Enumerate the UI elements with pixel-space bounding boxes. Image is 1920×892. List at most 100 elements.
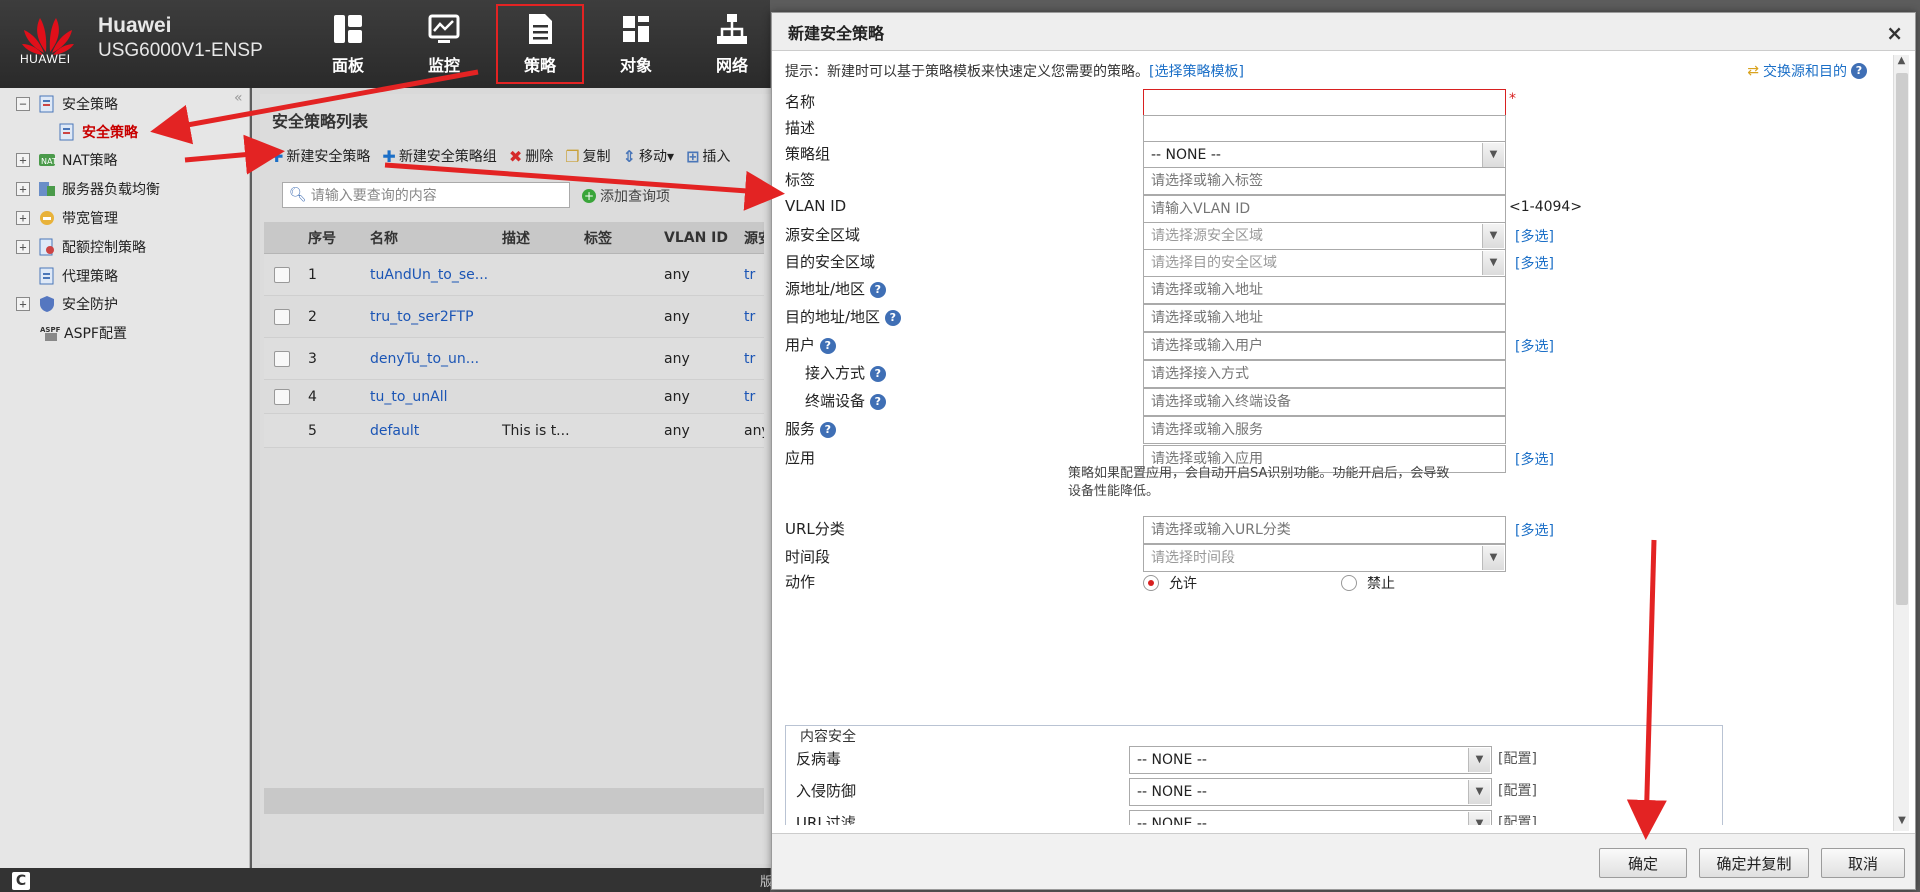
- ips-config-link[interactable]: [配置]: [1498, 780, 1537, 800]
- tag-input[interactable]: [1143, 167, 1506, 195]
- time-range-select[interactable]: 请选择时间段 ▼: [1143, 544, 1506, 572]
- nav-network[interactable]: 网络: [684, 0, 780, 88]
- collapse-sidebar-button[interactable]: «: [234, 90, 243, 106]
- sidebar-item-server-lb[interactable]: + 服务器负载均衡: [0, 176, 160, 202]
- row-name-link[interactable]: default: [362, 423, 494, 439]
- antivirus-select[interactable]: -- NONE -- ▼: [1129, 746, 1492, 774]
- chevron-down-icon[interactable]: ▼: [1482, 251, 1504, 275]
- name-input[interactable]: [1143, 89, 1506, 117]
- table-row[interactable]: 4 tu_to_unAll any tr: [264, 380, 764, 414]
- chevron-down-icon[interactable]: ▼: [1482, 143, 1504, 167]
- row-name-link[interactable]: denyTu_to_un...: [362, 351, 494, 367]
- column-header[interactable]: 源安: [740, 228, 764, 248]
- chevron-down-icon[interactable]: ▼: [1468, 748, 1490, 772]
- scroll-thumb[interactable]: [1896, 73, 1908, 605]
- url-filter-select[interactable]: -- NONE -- ▼: [1129, 810, 1492, 825]
- search-input[interactable]: 🔍︎ 请输入要查询的内容: [282, 182, 570, 208]
- vlan-input[interactable]: [1143, 195, 1506, 223]
- dst-zone-select[interactable]: 请选择目的安全区域 ▼: [1143, 249, 1506, 277]
- chevron-down-icon[interactable]: ▼: [1468, 812, 1490, 825]
- sidebar-item-bandwidth[interactable]: + 带宽管理: [0, 205, 118, 231]
- row-name-link[interactable]: tu_to_unAll: [362, 389, 494, 405]
- description-input[interactable]: [1143, 115, 1506, 143]
- delete-button[interactable]: ✖ 删除: [509, 146, 553, 166]
- new-policy-button[interactable]: ✚ 新建安全策略: [270, 146, 370, 166]
- row-checkbox[interactable]: [274, 308, 290, 325]
- nav-monitor[interactable]: 监控: [396, 0, 492, 88]
- action-allow-radio[interactable]: 允许: [1143, 573, 1197, 593]
- antivirus-config-link[interactable]: [配置]: [1498, 748, 1537, 768]
- close-icon[interactable]: ×: [1886, 21, 1903, 45]
- row-checkbox[interactable]: [274, 350, 290, 367]
- policy-group-select[interactable]: -- NONE -- ▼: [1143, 141, 1506, 169]
- terminal-input[interactable]: [1143, 388, 1506, 416]
- copy-button[interactable]: ❐ 复制: [565, 146, 610, 166]
- expand-icon[interactable]: +: [16, 153, 30, 167]
- sidebar-item-nat[interactable]: + NAT NAT策略: [0, 147, 118, 173]
- user-input[interactable]: [1143, 332, 1506, 360]
- cancel-button[interactable]: 取消: [1821, 848, 1905, 878]
- ok-and-copy-button[interactable]: 确定并复制: [1699, 848, 1809, 878]
- help-icon[interactable]: ?: [869, 393, 886, 410]
- chevron-down-icon[interactable]: ▼: [1468, 780, 1490, 804]
- sidebar-item-protection[interactable]: + 安全防护: [0, 291, 118, 317]
- dst-address-input[interactable]: [1143, 304, 1506, 332]
- column-header[interactable]: 标签: [576, 228, 656, 248]
- expand-icon[interactable]: +: [16, 211, 30, 225]
- expand-icon[interactable]: +: [16, 182, 30, 196]
- column-header[interactable]: 序号: [300, 228, 362, 248]
- help-icon[interactable]: ?: [884, 309, 901, 326]
- sidebar-item-security-policy-group[interactable]: − 安全策略: [0, 91, 118, 117]
- scroll-down-icon[interactable]: ▼: [1894, 815, 1910, 831]
- ok-button[interactable]: 确定: [1599, 848, 1687, 878]
- table-row[interactable]: 2 tru_to_ser2FTP any tr: [264, 296, 764, 338]
- dst-zone-multi-link[interactable]: [多选]: [1515, 253, 1554, 273]
- dialog-scrollbar[interactable]: ▲ ▼: [1893, 55, 1909, 831]
- src-zone-multi-link[interactable]: [多选]: [1515, 226, 1554, 246]
- chevron-down-icon[interactable]: ▼: [1482, 546, 1504, 570]
- table-row[interactable]: 5 default This is t... any any: [264, 414, 764, 448]
- src-address-input[interactable]: [1143, 276, 1506, 304]
- row-name-link[interactable]: tru_to_ser2FTP: [362, 309, 494, 325]
- help-icon[interactable]: ?: [819, 421, 836, 438]
- sidebar-item-security-policy[interactable]: 安全策略: [36, 119, 138, 145]
- help-icon[interactable]: ?: [819, 337, 836, 354]
- help-icon[interactable]: ?: [869, 365, 886, 382]
- sidebar-item-aspf[interactable]: ASPF ASPF配置: [40, 320, 127, 346]
- user-multi-link[interactable]: [多选]: [1515, 336, 1554, 356]
- nav-object[interactable]: 对象: [588, 0, 684, 88]
- service-input[interactable]: [1143, 416, 1506, 444]
- new-policy-group-button[interactable]: ✚ 新建安全策略组: [382, 146, 496, 166]
- expand-icon[interactable]: +: [16, 297, 30, 311]
- insert-button[interactable]: ⊞ 插入: [686, 146, 730, 166]
- sidebar-item-quota[interactable]: + 配额控制策略: [0, 234, 146, 260]
- url-multi-link[interactable]: [多选]: [1515, 520, 1554, 540]
- url-filter-config-link[interactable]: [配置]: [1498, 812, 1537, 825]
- nav-dashboard[interactable]: 面板: [300, 0, 396, 88]
- nav-policy[interactable]: 策略: [492, 0, 588, 88]
- row-checkbox[interactable]: [274, 388, 290, 405]
- column-header[interactable]: 名称: [362, 228, 494, 248]
- table-row[interactable]: 3 denyTu_to_un... any tr: [264, 338, 764, 380]
- action-deny-radio[interactable]: 禁止: [1341, 573, 1395, 593]
- help-icon[interactable]: ?: [869, 281, 886, 298]
- column-header[interactable]: 描述: [494, 228, 576, 248]
- app-multi-link[interactable]: [多选]: [1515, 449, 1554, 469]
- help-icon[interactable]: ?: [1851, 63, 1867, 79]
- url-category-input[interactable]: [1143, 516, 1506, 544]
- select-template-link[interactable]: [选择策略模板]: [1149, 64, 1244, 80]
- row-name-link[interactable]: tuAndUn_to_se...: [362, 267, 494, 283]
- column-header[interactable]: VLAN ID: [656, 230, 740, 246]
- sidebar-item-proxy[interactable]: 代理策略: [38, 263, 118, 289]
- swap-src-dst-link[interactable]: ⇄ 交换源和目的 ?: [1747, 61, 1867, 81]
- access-mode-input[interactable]: [1143, 360, 1506, 388]
- move-button[interactable]: ⇕ 移动▾: [623, 146, 674, 166]
- table-row[interactable]: 1 tuAndUn_to_se... any tr: [264, 254, 764, 296]
- scroll-up-icon[interactable]: ▲: [1894, 55, 1909, 71]
- add-condition-button[interactable]: + 添加查询项: [582, 186, 670, 206]
- expand-icon[interactable]: +: [16, 240, 30, 254]
- chevron-down-icon[interactable]: ▼: [1482, 224, 1504, 248]
- ips-select[interactable]: -- NONE -- ▼: [1129, 778, 1492, 806]
- row-checkbox[interactable]: [274, 266, 290, 283]
- src-zone-select[interactable]: 请选择源安全区域 ▼: [1143, 222, 1506, 250]
